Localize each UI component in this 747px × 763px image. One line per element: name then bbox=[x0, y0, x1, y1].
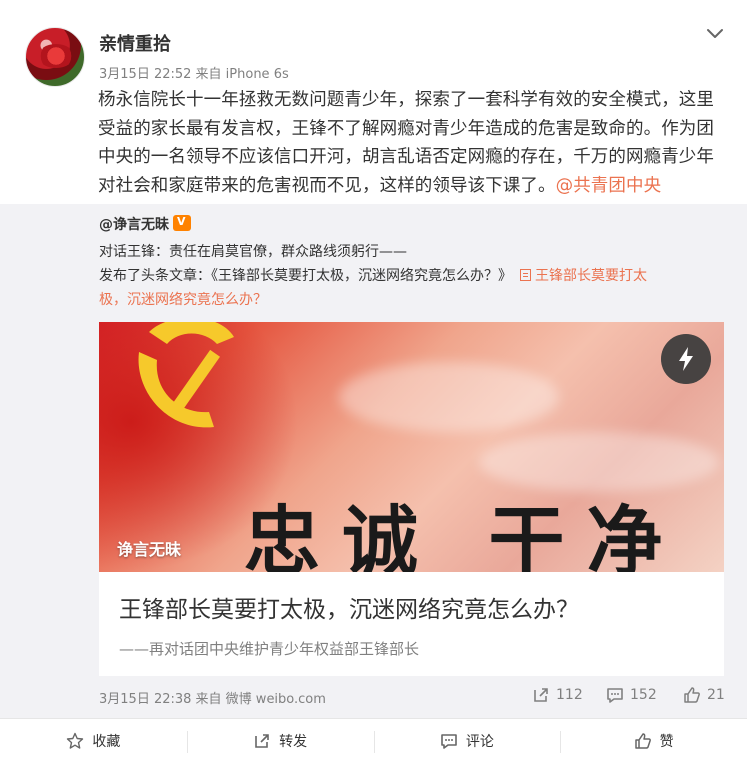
post-meta: 3月15日 22:52 来自 iPhone 6s bbox=[99, 67, 289, 82]
comment-label: 评论 bbox=[465, 734, 494, 750]
comment-count-button[interactable]: 152 bbox=[606, 686, 657, 704]
repost-line-1: 对话王锋：责任在肩莫官僚，群众路线须躬行—— bbox=[99, 244, 407, 260]
post-username[interactable]: 亲情重拾 bbox=[99, 30, 171, 56]
repost-line-2: 发布了头条文章：《王锋部长莫要打太极，沉迷网络究竟怎么办？》 王锋部长莫要打太 bbox=[99, 266, 699, 286]
repost-article-text: 发布了头条文章：《王锋部长莫要打太极，沉迷网络究竟怎么办？》 bbox=[99, 268, 512, 284]
avatar[interactable] bbox=[25, 27, 85, 87]
post-header: 亲情重拾 3月15日 22:52 来自 iPhone 6s bbox=[0, 0, 747, 88]
article-link-b[interactable]: 极，沉迷网络究竟怎么办？ bbox=[99, 290, 267, 310]
thumbs-up-icon bbox=[684, 687, 700, 703]
article-subtitle: ——再对话团中央维护青少年权益部王锋部长 bbox=[119, 640, 420, 658]
article-link-a[interactable]: 王锋部长莫要打太 bbox=[535, 268, 647, 284]
like-count: 21 bbox=[707, 687, 725, 703]
repost-username[interactable]: @诤言无昧 bbox=[99, 214, 191, 234]
article-title[interactable]: 王锋部长莫要打太极，沉迷网络究竟怎么办？ bbox=[119, 590, 579, 624]
mention-link[interactable]: @共青团中央 bbox=[556, 176, 662, 196]
cover-watermark: 诤言无昧 bbox=[117, 540, 182, 559]
like-button[interactable]: 赞 bbox=[560, 719, 747, 763]
comment-count: 152 bbox=[630, 687, 657, 703]
repost-count-button[interactable]: 112 bbox=[532, 686, 583, 704]
share-icon bbox=[534, 688, 548, 702]
like-count-button[interactable]: 21 bbox=[683, 686, 725, 704]
post-text: 杨永信院长十一年拯救无数问题青少年，探索了一套科学有效的安全模式，这里受益的家长… bbox=[98, 86, 723, 200]
article-icon bbox=[520, 269, 531, 281]
star-icon bbox=[67, 732, 84, 749]
chevron-down-icon[interactable] bbox=[704, 22, 726, 44]
comment-icon bbox=[441, 734, 457, 749]
cloud-1 bbox=[339, 362, 559, 432]
share-icon bbox=[255, 734, 269, 748]
comment-icon bbox=[607, 688, 623, 703]
repost-label: 转发 bbox=[279, 734, 308, 750]
repost-box: @诤言无昧 对话王锋：责任在肩莫官僚，群众路线须躬行—— 发布了头条文章：《王锋… bbox=[0, 204, 747, 718]
comment-button[interactable]: 评论 bbox=[373, 719, 561, 763]
repost-username-text[interactable]: @诤言无昧 bbox=[99, 217, 169, 233]
repost-footer-time: 3月15日 22:38 来自 微博 weibo.com bbox=[99, 692, 326, 707]
cover-slogan: 忠诚 干净 担 bbox=[244, 497, 724, 572]
action-bar: 收藏 转发 评论 赞 bbox=[0, 718, 747, 763]
article-cover-image: 忠诚 干净 担 诤言无昧 bbox=[99, 322, 724, 572]
lightning-icon[interactable] bbox=[661, 334, 711, 384]
favorite-label: 收藏 bbox=[92, 734, 121, 750]
like-label: 赞 bbox=[659, 734, 674, 750]
article-card[interactable]: 忠诚 干净 担 诤言无昧 王锋部长莫要打太极，沉迷网络究竟怎么办？ ——再对话团… bbox=[99, 322, 724, 676]
verified-badge-icon bbox=[173, 215, 191, 231]
favorite-button[interactable]: 收藏 bbox=[0, 719, 187, 763]
thumbs-up-icon bbox=[634, 733, 651, 749]
emblem-icon bbox=[138, 322, 234, 428]
repost-button[interactable]: 转发 bbox=[186, 719, 374, 763]
repost-count: 112 bbox=[556, 687, 583, 703]
